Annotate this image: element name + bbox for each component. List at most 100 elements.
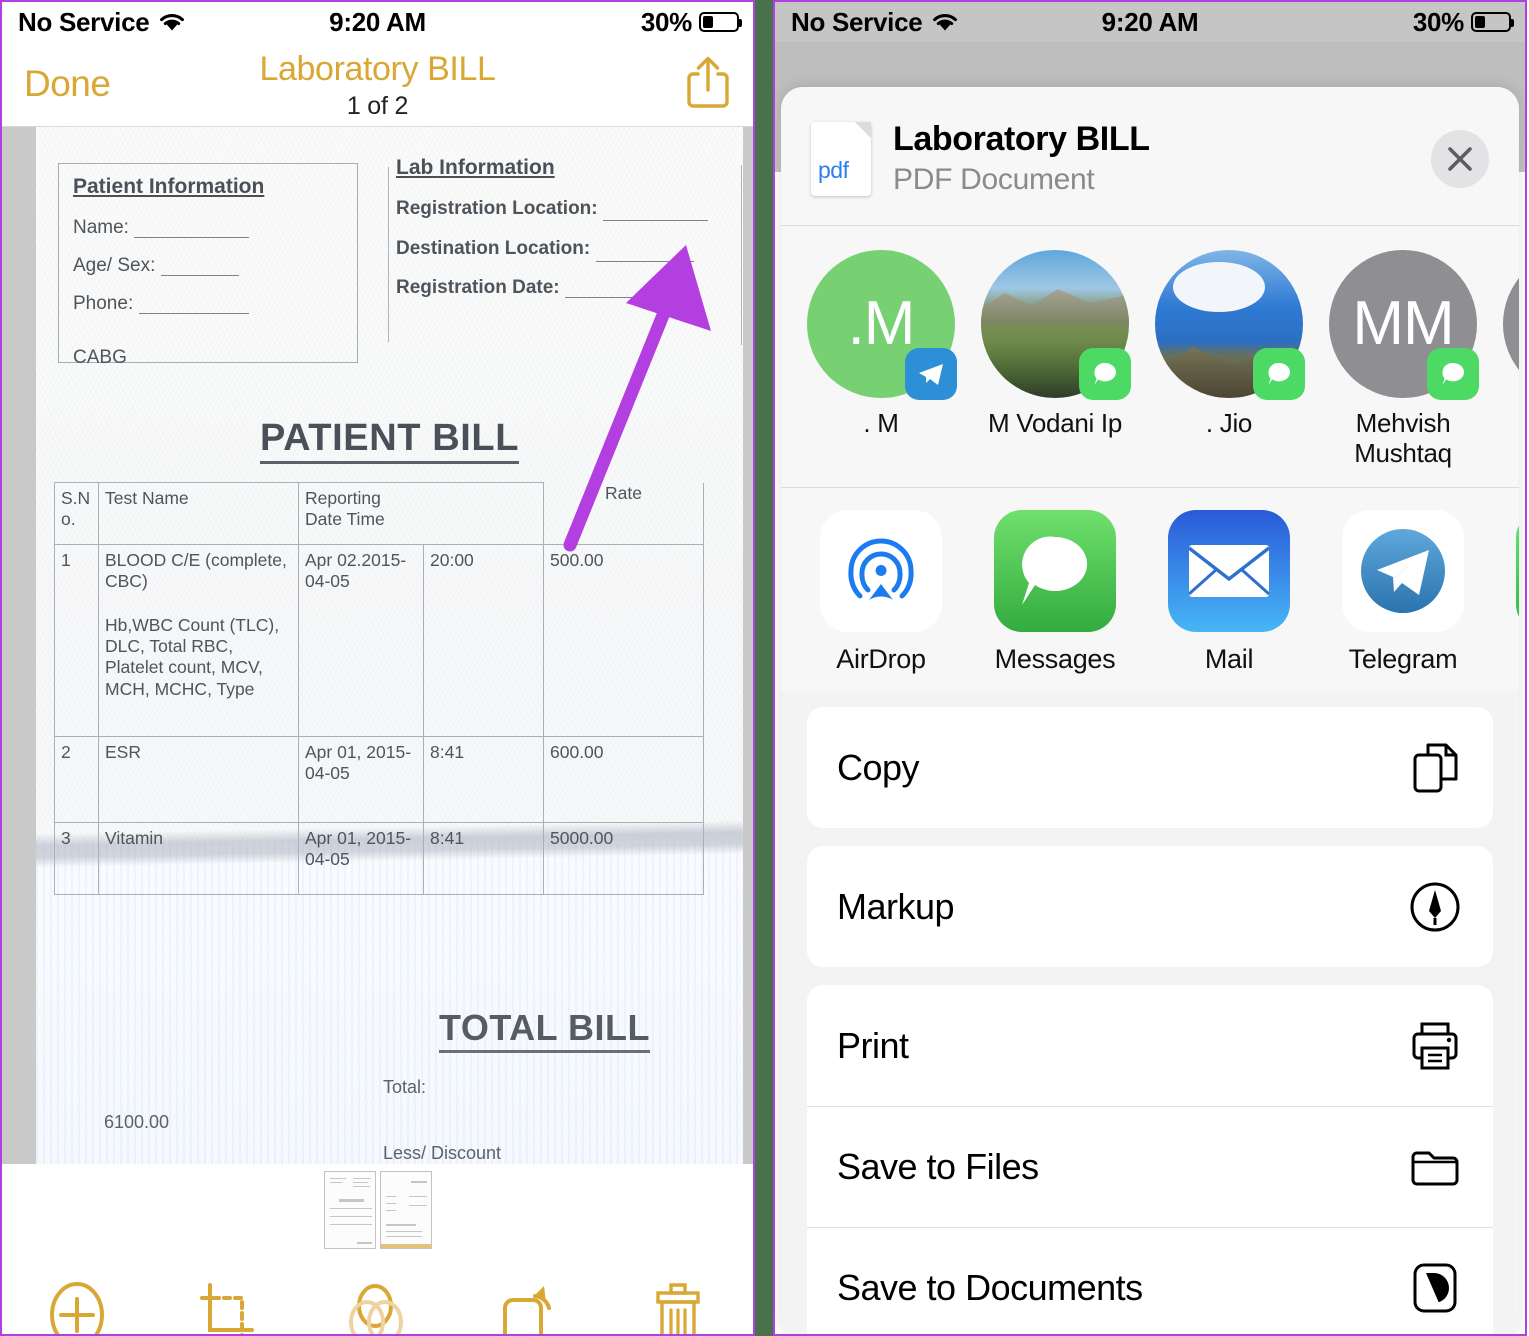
patient-field-phone: Phone:: [73, 292, 134, 314]
nav-title-block: Laboratory BILL 1 of 2: [2, 50, 753, 124]
cell-date: Apr 01, 2015-04-05: [298, 736, 424, 823]
contact-name: F k: [1503, 408, 1519, 439]
document-content: Patient Information Name: Age/ Sex: Phon…: [36, 127, 743, 1164]
documents-app-icon: [1407, 1260, 1463, 1316]
patient-bill-heading: PATIENT BILL: [36, 417, 743, 464]
contact-name: Mehvish Mushtaq: [1354, 407, 1452, 469]
messages-icon: [994, 510, 1116, 633]
action-label: Save to Files: [837, 1146, 1039, 1188]
rotate-button[interactable]: [453, 1280, 603, 1334]
contact-item[interactable]: MM Mehvish Mushtaq: [1329, 249, 1479, 469]
cell-date: Apr 01, 2015-04-05: [298, 822, 424, 895]
patient-note: CABG: [73, 346, 127, 368]
patient-field-age-sex: Age/ Sex:: [73, 254, 156, 276]
cell-rate: 600.00: [543, 736, 704, 823]
th-reporting-date: Reporting Date Time: [298, 482, 424, 545]
editing-toolbar: [2, 1256, 753, 1334]
share-app-messages[interactable]: Messages: [981, 510, 1129, 675]
total-bill-heading: TOTAL BILL: [36, 1007, 743, 1053]
app-label: Mail: [1204, 644, 1254, 675]
add-page-button[interactable]: [2, 1280, 152, 1334]
app-label: Wh: [1503, 644, 1519, 675]
share-apps-row[interactable]: AirDrop Messages Mail Telegram: [781, 488, 1519, 692]
patient-information-box: Patient Information Name: Age/ Sex: Phon…: [58, 163, 358, 367]
messages-badge-icon: [1079, 347, 1131, 400]
app-label: AirDrop: [836, 644, 926, 675]
crop-button[interactable]: [152, 1282, 302, 1334]
patient-field-name: Name:: [73, 217, 129, 239]
action-save-to-files[interactable]: Save to Files: [807, 1106, 1493, 1227]
cell-test-name: Vitamin: [98, 822, 299, 895]
action-save-to-documents[interactable]: Save to Documents: [807, 1227, 1493, 1334]
thumbnail-page-2[interactable]: [379, 1171, 432, 1249]
table-header-row: S.N o. Test Name Reporting Date Time Rat…: [54, 482, 704, 545]
share-file-title: Laboratory BILL: [893, 120, 1150, 158]
share-file-subtitle: PDF Document: [893, 162, 1095, 196]
app-label: Messages: [994, 644, 1116, 675]
markup-pen-icon: [1407, 879, 1463, 935]
contact-item[interactable]: F k: [1503, 249, 1519, 469]
share-app-telegram[interactable]: Telegram: [1329, 510, 1477, 675]
crop-icon: [200, 1283, 255, 1334]
share-app-airdrop[interactable]: AirDrop: [807, 510, 955, 675]
action-label: Markup: [837, 885, 955, 927]
close-button[interactable]: [1431, 129, 1489, 188]
cell-sno: 2: [54, 736, 99, 823]
lab-field-destination-location: Destination Location:: [396, 238, 591, 260]
lab-divider-right: [741, 165, 742, 345]
action-label: Save to Documents: [837, 1267, 1143, 1309]
contact-name: . M: [863, 407, 899, 438]
carrier-label: No Service: [18, 6, 150, 37]
thumbnail-page-1[interactable]: [323, 1171, 376, 1249]
trash-icon: [656, 1283, 700, 1334]
done-button[interactable]: Done: [24, 63, 111, 105]
discount-label: Less/ Discount: [383, 1143, 502, 1163]
share-app-mail[interactable]: Mail: [1155, 510, 1303, 675]
cell-time: 8:41: [423, 822, 544, 895]
status-bar-right: 30%: [1413, 7, 1514, 38]
bill-table: S.N o. Test Name Reporting Date Time Rat…: [54, 482, 704, 895]
contact-item[interactable]: M Vodani Ip: [981, 249, 1131, 469]
th-rate: Rate: [543, 482, 704, 545]
carrier-label: No Service: [791, 6, 923, 37]
app-label: Telegram: [1348, 644, 1458, 675]
action-copy[interactable]: Copy: [807, 707, 1493, 828]
status-bar: No Service 9:20 AM 30%: [775, 2, 1525, 42]
action-group-markup: Markup: [807, 846, 1493, 968]
share-icon: [687, 56, 729, 108]
share-button[interactable]: [685, 54, 731, 115]
mail-icon: [1168, 510, 1290, 633]
delete-button[interactable]: [603, 1280, 753, 1334]
share-app-whatsapp[interactable]: Wh: [1503, 510, 1519, 675]
printer-icon: [1407, 1018, 1463, 1074]
messages-badge-icon: [1253, 347, 1305, 400]
rotate-icon: [502, 1286, 551, 1334]
share-actions-list: Copy Markup Print Save to Files Save to …: [781, 691, 1519, 1334]
status-bar: No Service 9:20 AM 30%: [2, 2, 753, 42]
lab-field-registration-date: Registration Date:: [396, 276, 560, 298]
action-markup[interactable]: Markup: [807, 846, 1493, 967]
contact-item[interactable]: . Jio: [1155, 249, 1305, 469]
right-panel-share-sheet: No Service 9:20 AM 30% Done Laboratory B…: [775, 0, 1527, 1336]
scanned-page: Patient Information Name: Age/ Sex: Phon…: [35, 127, 744, 1164]
contact-item[interactable]: .M . M: [807, 249, 957, 469]
contact-name: M Vodani Ip: [987, 407, 1122, 438]
share-contacts-row[interactable]: .M . M M Vodani Ip . Jio MM Mehvish Mush…: [781, 225, 1519, 488]
cell-time: 20:00: [423, 544, 544, 737]
document-page-view[interactable]: Patient Information Name: Age/ Sex: Phon…: [2, 127, 753, 1164]
battery-icon: [1471, 12, 1514, 32]
cell-time: 8:41: [423, 736, 544, 823]
action-print[interactable]: Print: [807, 985, 1493, 1106]
th-reporting-time: [423, 482, 544, 545]
table-row: 1 BLOOD C/E (complete, CBC) Hb,WBC Count…: [54, 544, 704, 737]
pdf-badge-label: pdf: [818, 156, 849, 183]
page-thumbnail-strip[interactable]: [2, 1164, 753, 1256]
cell-date: Apr 02.2015-04-05: [298, 544, 424, 737]
cell-rate: 500.00: [543, 544, 704, 737]
table-row: 3 Vitamin Apr 01, 2015-04-05 8:41 5000.0…: [54, 822, 704, 895]
panel-divider: [753, 0, 775, 1336]
filter-button[interactable]: [302, 1280, 452, 1334]
action-label: Print: [837, 1024, 909, 1066]
screenshot-root: No Service 9:20 AM 30% Done Laboratory B…: [0, 0, 1529, 1336]
total-value: 6100.00: [104, 1112, 170, 1132]
